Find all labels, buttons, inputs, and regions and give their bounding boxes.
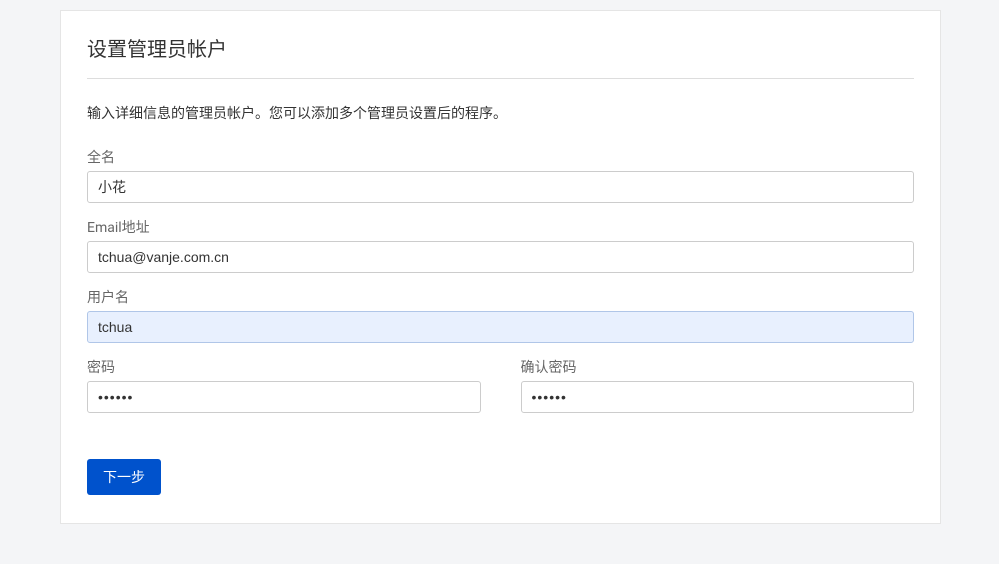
password-input[interactable] [87,381,481,413]
page-description: 输入详细信息的管理员帐户。您可以添加多个管理员设置后的程序。 [87,103,914,123]
email-label: Email地址 [87,217,914,237]
username-group: 用户名 [87,287,914,343]
fullname-group: 全名 [87,147,914,203]
email-input[interactable] [87,241,914,273]
password-label: 密码 [87,357,481,377]
divider [87,78,914,79]
fullname-input[interactable] [87,171,914,203]
password-group: 密码 [87,357,481,413]
fullname-label: 全名 [87,147,914,167]
username-input[interactable] [87,311,914,343]
confirm-password-label: 确认密码 [521,357,915,377]
next-button[interactable]: 下一步 [87,459,161,495]
confirm-password-group: 确认密码 [521,357,915,413]
username-label: 用户名 [87,287,914,307]
password-row: 密码 确认密码 [87,357,914,427]
page-title: 设置管理员帐户 [87,33,914,62]
email-group: Email地址 [87,217,914,273]
setup-card: 设置管理员帐户 输入详细信息的管理员帐户。您可以添加多个管理员设置后的程序。 全… [60,10,941,524]
confirm-password-input[interactable] [521,381,915,413]
